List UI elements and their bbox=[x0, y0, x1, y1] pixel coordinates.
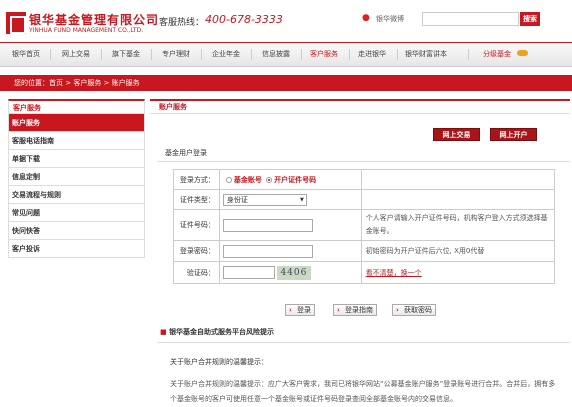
id-type-label: 证件类型： bbox=[173, 189, 220, 210]
hot-badge-icon bbox=[517, 50, 528, 56]
nav-about[interactable]: 走进银华 bbox=[351, 43, 393, 66]
login-heading: 基金用户登录 bbox=[165, 149, 207, 157]
page-title: 账户服务 bbox=[150, 99, 570, 114]
search-button[interactable]: 搜索 bbox=[520, 12, 540, 26]
search-input[interactable] bbox=[422, 12, 519, 26]
notice-text: 关于账户合并规则的温馨提示：应广大客户需求，我司已将银华网站“公募基金账户服务”… bbox=[170, 380, 556, 403]
option-id-number[interactable]: 开户证件号码 bbox=[274, 176, 316, 184]
id-number-input[interactable] bbox=[222, 218, 313, 232]
login-guide-button[interactable]: 登录指南 bbox=[333, 304, 377, 316]
login-mode-label: 登录方式： bbox=[173, 169, 220, 190]
sidebar-item-rules[interactable]: 交易流程与规则 bbox=[8, 186, 145, 204]
logo-icon bbox=[6, 12, 26, 34]
hotline-number: 400-678-3333 bbox=[205, 13, 283, 26]
sidebar-item-account[interactable]: 账户服务 bbox=[8, 114, 145, 132]
sidebar-item-faq[interactable]: 常见问题 bbox=[8, 204, 145, 222]
sidebar-item-quick-qa[interactable]: 快问快答 bbox=[8, 222, 145, 240]
nav-disclosure[interactable]: 信息披露 bbox=[255, 43, 297, 66]
captcha-image[interactable]: 4406 bbox=[276, 265, 311, 280]
get-password-button[interactable]: 获取密码 bbox=[392, 304, 436, 316]
nav-funds[interactable]: 旗下基金 bbox=[105, 43, 147, 66]
nav-online-trade[interactable]: 网上交易 bbox=[55, 43, 97, 66]
radio-fund-account[interactable] bbox=[225, 176, 232, 183]
sidebar-item-downloads[interactable]: 单据下载 bbox=[8, 150, 145, 168]
logo-text: 银华基金管理有限公司 bbox=[29, 13, 160, 27]
weibo-icon[interactable]: ● bbox=[362, 13, 374, 23]
id-number-label: 证件号码： bbox=[173, 209, 220, 241]
open-account-button[interactable]: 网上开户 bbox=[490, 128, 537, 141]
captcha-label: 验证码： bbox=[173, 261, 220, 284]
password-label: 登录密码： bbox=[173, 240, 220, 262]
nav-wealth[interactable]: 银华财富讲本 bbox=[399, 43, 453, 66]
nav-home[interactable]: 银华首页 bbox=[6, 43, 46, 66]
login-button[interactable]: 登录 bbox=[285, 304, 315, 316]
bullet-icon: ■ bbox=[160, 328, 170, 336]
logo-subtext: YINHUA FUND MANAGEMENT CO.,LTD. bbox=[29, 27, 144, 34]
sidebar-item-complaint[interactable]: 客户投诉 bbox=[8, 240, 145, 258]
main-nav: 银华首页 网上交易 旗下基金 专户理财 企业年金 信息披露 客户服务 走进银华 … bbox=[0, 42, 572, 67]
notice-title: 关于账户合并规则的温馨提示： bbox=[170, 358, 268, 366]
nav-private[interactable]: 专户理财 bbox=[155, 43, 197, 66]
divider bbox=[158, 161, 570, 162]
sidebar-item-subscription[interactable]: 信息定制 bbox=[8, 168, 145, 186]
radio-id-number[interactable] bbox=[266, 176, 273, 183]
option-fund-account[interactable]: 基金账号 bbox=[234, 176, 262, 184]
divider bbox=[158, 342, 570, 343]
breadcrumb: 您的位置：首页 > 客户服务 > 账户服务 bbox=[0, 75, 572, 91]
nav-graded-fund[interactable]: 分级基金 bbox=[478, 43, 516, 66]
password-input[interactable] bbox=[222, 244, 313, 258]
captcha-refresh-link[interactable]: 看不清楚，换一个 bbox=[360, 261, 556, 284]
login-form: 登录方式： 基金账号 开户证件号码 证件类型： 身份证 证件号码： 个人客户请输… bbox=[173, 169, 556, 284]
id-type-select[interactable]: 身份证 bbox=[222, 193, 307, 206]
online-trade-button[interactable]: 网上交易 bbox=[433, 128, 480, 141]
password-hint: 初始密码为开户证件后六位, X用0代替 bbox=[360, 240, 556, 262]
sidebar: 客户服务 账户服务 客服电话指南 单据下载 信息定制 交易流程与规则 常见问题 … bbox=[8, 99, 145, 258]
nav-customer-service[interactable]: 客户服务 bbox=[303, 43, 345, 66]
nav-pension[interactable]: 企业年金 bbox=[205, 43, 247, 66]
id-hint: 个人客户请输入开户证件号码，机构客户登入方式须选择基金账号。 bbox=[360, 209, 556, 241]
sidebar-title: 客户服务 bbox=[8, 99, 145, 114]
captcha-input[interactable] bbox=[222, 266, 275, 279]
weibo-link[interactable]: 银华微博 bbox=[376, 14, 404, 24]
sidebar-item-phone-guide[interactable]: 客服电话指南 bbox=[8, 132, 145, 150]
risk-notice-title[interactable]: ■ 银华基金自助式服务平台风险提示 bbox=[160, 327, 274, 337]
hotline-label: 客服热线： bbox=[159, 18, 205, 28]
